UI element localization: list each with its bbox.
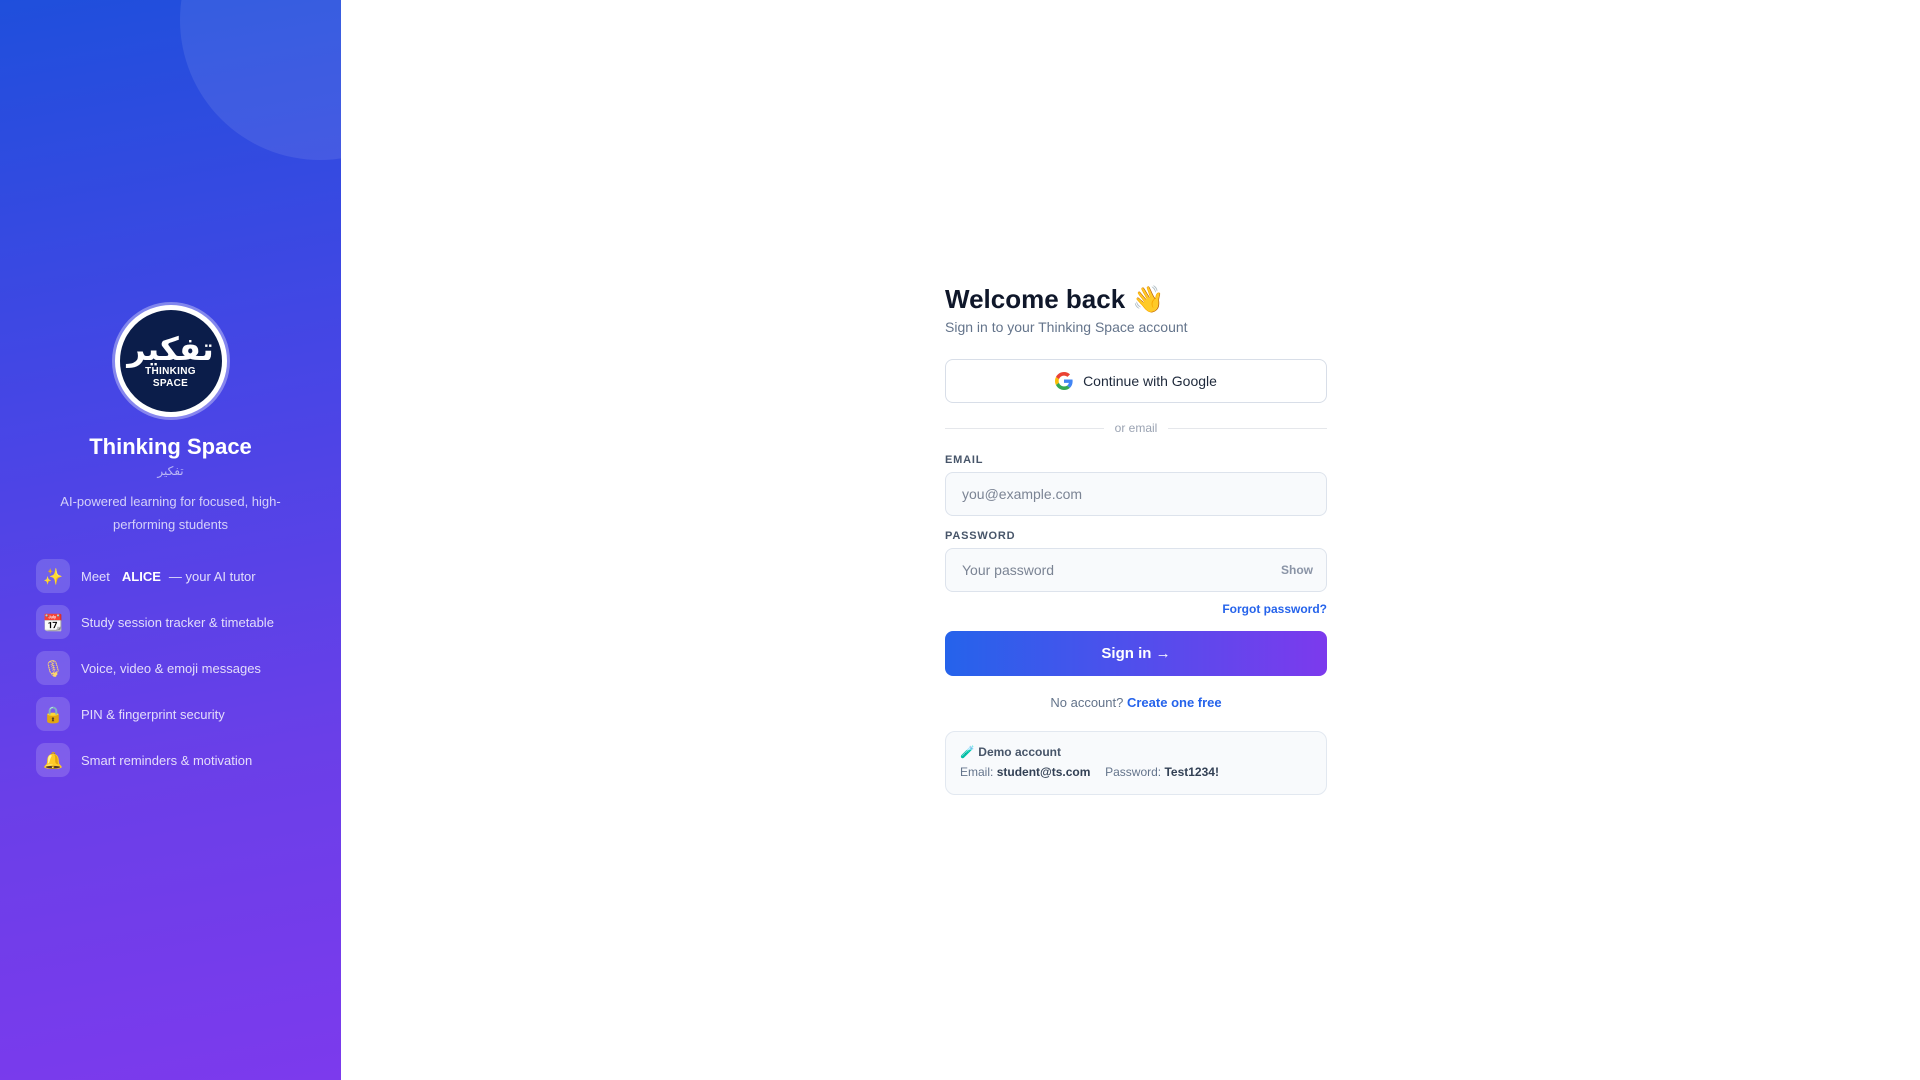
brand-tagline: AI-powered learning for focused, high-pe…: [60, 494, 281, 532]
show-password-toggle[interactable]: Show: [1281, 563, 1313, 577]
google-signin-button[interactable]: Continue with Google: [945, 359, 1327, 403]
feature-text: Voice, video & emoji messages: [81, 660, 261, 676]
logo-text-line1: THINKING: [145, 366, 196, 377]
feature-item-tracker: 📆 Study session tracker & timetable: [36, 605, 274, 639]
feature-text: Smart reminders & motivation: [81, 752, 253, 768]
password-field-wrapper: Show: [945, 548, 1327, 592]
logo-arabic-text: تفكير: [127, 330, 214, 368]
email-label: EMAIL: [945, 454, 984, 466]
logo-text-line2: SPACE: [152, 378, 189, 389]
bell-icon: 🔔: [36, 743, 70, 777]
feature-item-alice: ✨ Meet ALICE — your AI tutor: [36, 559, 274, 593]
demo-account-box: 🧪 Demo account Email: student@ts.com Pas…: [945, 731, 1327, 795]
page-title: Welcome back 👋: [945, 284, 1165, 314]
signin-form: Welcome back 👋 Sign in to your Thinking …: [945, 283, 1327, 795]
demo-email-label: Email:: [960, 765, 994, 779]
brand-name-arabic: تفكير: [157, 464, 184, 478]
feature-list: ✨ Meet ALICE — your AI tutor 📆 Study sessi…: [36, 559, 274, 789]
demo-email-value: student@ts.com: [996, 765, 1091, 779]
feature-text: PIN & fingerprint security: [81, 706, 225, 722]
signin-button[interactable]: Sign in →: [945, 631, 1327, 676]
password-field[interactable]: [946, 549, 1326, 591]
decorative-circle: [180, 0, 341, 160]
create-account-link[interactable]: Create one free: [1127, 695, 1222, 710]
feature-text: Meet ALICE — your AI tutor: [81, 569, 256, 584]
demo-title: 🧪 Demo account: [960, 745, 1312, 759]
feature-text: Study session tracker & timetable: [81, 614, 274, 630]
calendar-icon: 📆: [36, 605, 70, 639]
feature-text-post: — your AI tutor: [168, 568, 256, 584]
test-tube-icon: 🧪: [960, 745, 975, 759]
feature-text-bold: ALICE: [121, 568, 161, 584]
or-divider: or email: [945, 419, 1327, 437]
password-label: PASSWORD: [945, 530, 1016, 542]
signup-prompt: No account? Create one free: [945, 695, 1327, 710]
no-account-text: No account?: [1050, 695, 1124, 710]
demo-password-label: Password:: [1105, 765, 1162, 779]
divider-line: [945, 427, 1104, 429]
divider-line: [1168, 427, 1327, 429]
feature-item-messages: 🎙 Voice, video & emoji messages: [36, 651, 274, 685]
feature-text-pre: Meet: [81, 568, 110, 584]
demo-title-text: Demo account: [978, 745, 1061, 759]
demo-password-value: Test1234!: [1164, 765, 1219, 779]
page-subtitle: Sign in to your Thinking Space account: [945, 319, 1188, 335]
email-field-wrapper: [945, 472, 1327, 516]
brand-panel: تفكير THINKING SPACE Thinking Space تفكي…: [0, 0, 341, 1080]
sparkles-icon: ✨: [36, 559, 70, 593]
divider-text: or email: [1114, 421, 1158, 435]
google-button-label: Continue with Google: [1083, 373, 1217, 389]
lock-icon: 🔒: [36, 697, 70, 731]
demo-credentials: Email: student@ts.com Password: Test1234…: [960, 765, 1312, 779]
logo: تفكير THINKING SPACE: [114, 305, 227, 417]
forgot-password-link[interactable]: Forgot password?: [945, 602, 1327, 616]
feature-item-reminders: 🔔 Smart reminders & motivation: [36, 743, 274, 777]
google-icon: [1055, 372, 1073, 390]
microphone-icon: 🎙: [36, 651, 70, 685]
feature-item-security: 🔒 PIN & fingerprint security: [36, 697, 274, 731]
brand-block: تفكير THINKING SPACE Thinking Space تفكي…: [0, 305, 341, 536]
email-field[interactable]: [946, 473, 1326, 515]
brand-name: Thinking Space: [89, 434, 252, 459]
